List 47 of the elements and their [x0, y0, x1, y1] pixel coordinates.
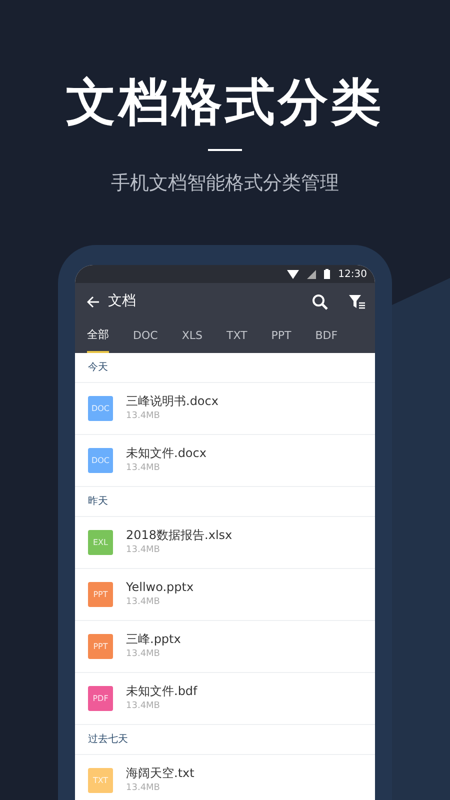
- tab[interactable]: PPT: [271, 320, 292, 353]
- file-name: Yellwo.pptx: [126, 580, 194, 594]
- battery-icon: [324, 269, 330, 279]
- file-type-icon: DOC: [88, 448, 113, 473]
- file-type-icon: PDF: [88, 686, 113, 711]
- file-row[interactable]: PPT Yellwo.pptx 13.4MB: [75, 569, 375, 621]
- app-bar-title: 文档: [108, 292, 136, 311]
- wifi-icon: [287, 270, 300, 278]
- tab[interactable]: XLS: [182, 320, 202, 353]
- tab[interactable]: DOC: [133, 320, 158, 353]
- filter-icon[interactable]: [349, 294, 365, 308]
- section-header: 今天: [88, 361, 108, 375]
- tab[interactable]: BDF: [315, 320, 338, 353]
- tab[interactable]: TXT: [226, 320, 248, 353]
- headline: 文档格式分类: [65, 74, 385, 129]
- file-row[interactable]: EXL 2018数据报告.xlsx 13.4MB: [75, 517, 375, 569]
- file-name: 海阔天空.txt: [126, 766, 194, 780]
- file-size: 13.4MB: [126, 700, 161, 713]
- file-size: 13.4MB: [126, 544, 161, 557]
- file-type-icon: EXL: [88, 530, 113, 555]
- file-name: 未知文件.docx: [126, 446, 206, 460]
- file-size: 13.4MB: [126, 462, 161, 475]
- file-type-icon: DOC: [88, 396, 113, 421]
- back-icon[interactable]: [87, 296, 100, 308]
- file-name: 三峰说明书.docx: [126, 394, 218, 408]
- file-type-icon: TXT: [88, 768, 113, 793]
- status-time: 12:30: [338, 268, 367, 282]
- file-size: 13.4MB: [126, 648, 161, 661]
- file-row[interactable]: DOC 未知文件.docx 13.4MB: [75, 435, 375, 487]
- file-name: 未知文件.bdf: [126, 684, 198, 698]
- file-row[interactable]: TXT 海阔天空.txt 13.4MB: [75, 755, 375, 800]
- section-header: 昨天: [88, 495, 108, 509]
- file-type-icon: PPT: [88, 634, 113, 659]
- file-name: 三峰.pptx: [126, 632, 181, 646]
- section-header: 过去七天: [88, 732, 128, 747]
- signal-icon: [307, 270, 316, 278]
- file-size: 13.4MB: [126, 596, 161, 609]
- search-icon[interactable]: [312, 294, 328, 310]
- file-row[interactable]: PPT 三峰.pptx 13.4MB: [75, 621, 375, 673]
- file-row[interactable]: PDF 未知文件.bdf 13.4MB: [75, 673, 375, 725]
- file-size: 13.4MB: [126, 782, 161, 795]
- file-name: 2018数据报告.xlsx: [126, 528, 232, 542]
- file-type-icon: PPT: [88, 582, 113, 607]
- file-size: 13.4MB: [126, 410, 161, 423]
- subtitle: 手机文档智能格式分类管理: [110, 171, 340, 196]
- tab[interactable]: 全部: [87, 320, 109, 353]
- file-row[interactable]: DOC 三峰说明书.docx 13.4MB: [75, 383, 375, 435]
